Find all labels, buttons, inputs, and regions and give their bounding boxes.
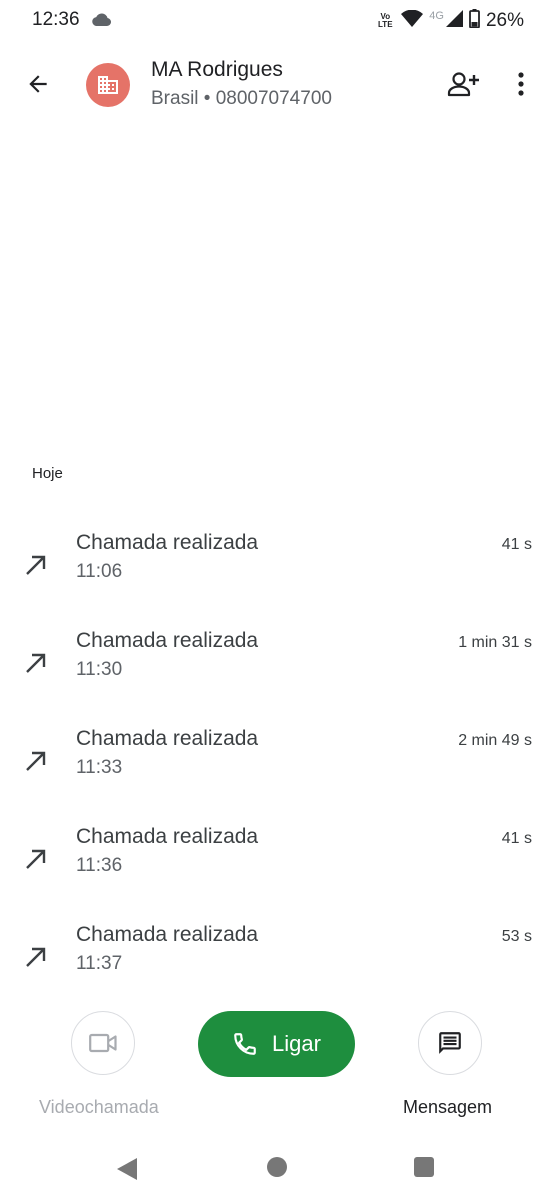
call-type-label: Chamada realizada xyxy=(76,923,259,946)
call-duration: 53 s xyxy=(501,928,532,945)
call-duration: 1 min 31 s xyxy=(458,634,532,651)
call-history-row[interactable]: Chamada realizada 11:06 41 s xyxy=(0,523,554,621)
back-button[interactable] xyxy=(18,64,58,104)
call-time: 11:33 xyxy=(76,757,123,778)
call-type-label: Chamada realizada xyxy=(76,531,259,554)
call-type-label: Chamada realizada xyxy=(76,629,259,652)
message-label: Mensagem xyxy=(403,1097,493,1117)
business-icon xyxy=(98,76,118,94)
network-type: 4G xyxy=(429,10,444,22)
message-button[interactable] xyxy=(418,1011,482,1075)
call-duration: 41 s xyxy=(501,536,532,553)
outgoing-call-icon xyxy=(24,847,48,876)
outgoing-call-icon xyxy=(24,553,48,582)
app-bar: MA Rodrigues Brasil • 08007074700 xyxy=(0,42,554,130)
battery-icon xyxy=(469,9,480,33)
cloud-icon xyxy=(90,11,112,32)
arrow-back-icon xyxy=(29,75,47,93)
signal-icon xyxy=(445,10,463,32)
section-header-today: Hoje xyxy=(32,465,63,482)
video-call-label: Videochamada xyxy=(39,1097,159,1117)
call-duration: 41 s xyxy=(501,830,532,847)
contact-name: MA Rodrigues xyxy=(151,58,283,81)
call-history-row[interactable]: Chamada realizada 11:36 41 s xyxy=(0,817,554,915)
call-type-label: Chamada realizada xyxy=(76,825,259,848)
volte-indicator: Vo LTE xyxy=(375,13,395,29)
videocam-icon xyxy=(89,1033,117,1053)
call-time: 11:37 xyxy=(76,953,123,974)
nav-recents-icon[interactable] xyxy=(414,1157,434,1177)
status-time: 12:36 xyxy=(32,9,80,30)
call-time: 11:06 xyxy=(76,561,123,582)
avatar xyxy=(86,63,130,107)
status-indicators: Vo LTE 4G 26% xyxy=(375,9,524,33)
message-icon xyxy=(439,1032,461,1054)
outgoing-call-icon xyxy=(24,945,48,974)
call-time: 11:30 xyxy=(76,659,123,680)
more-options-button[interactable] xyxy=(503,64,539,104)
call-type-label: Chamada realizada xyxy=(76,727,259,750)
call-button-label: Ligar xyxy=(272,1031,321,1056)
call-history-row[interactable]: Chamada realizada 11:33 2 min 49 s xyxy=(0,719,554,817)
phone-icon xyxy=(234,1033,256,1055)
call-button[interactable]: Ligar xyxy=(198,1011,355,1077)
volte-bottom-label: LTE xyxy=(378,20,393,29)
video-call-button[interactable] xyxy=(71,1011,135,1075)
add-contact-button[interactable] xyxy=(444,64,484,104)
call-history-row[interactable]: Chamada realizada 11:37 53 s xyxy=(0,915,554,1013)
wifi-icon xyxy=(401,9,424,32)
contact-subtitle: Brasil • 08007074700 xyxy=(151,88,332,109)
call-time: 11:36 xyxy=(76,855,123,876)
call-duration: 2 min 49 s xyxy=(458,732,532,749)
battery-percent: 26% xyxy=(485,10,524,31)
call-history-row[interactable]: Chamada realizada 11:30 1 min 31 s xyxy=(0,621,554,719)
more-vert-icon xyxy=(518,72,524,96)
status-bar: 12:36 Vo LTE 4G 26% xyxy=(0,0,554,42)
outgoing-call-icon xyxy=(24,651,48,680)
system-navigation-bar xyxy=(0,1140,554,1200)
outgoing-call-icon xyxy=(24,749,48,778)
nav-home-icon[interactable] xyxy=(267,1157,287,1177)
person-add-icon xyxy=(447,72,479,97)
nav-back-icon[interactable] xyxy=(117,1158,137,1185)
